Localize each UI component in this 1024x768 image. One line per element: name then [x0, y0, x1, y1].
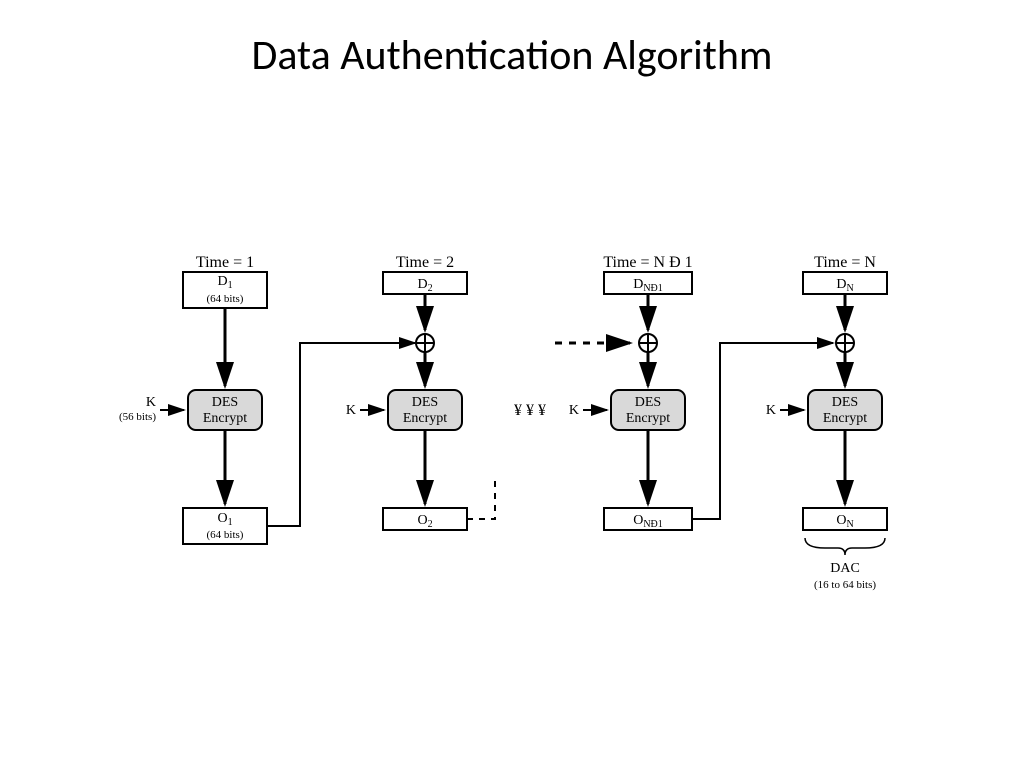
dac-label: DAC — [830, 561, 860, 576]
dac-brace — [805, 538, 885, 555]
k-label-3: K — [569, 403, 579, 418]
stage-2: Time = 2 D2 DES Encrypt K O2 — [346, 254, 630, 530]
time-label-4: Time = N — [814, 254, 876, 271]
des-label-1b: Encrypt — [203, 411, 247, 426]
stage-3: Time = N Ð 1 DNÐ1 DES Encrypt K ONÐ1 — [569, 254, 833, 530]
time-label-1: Time = 1 — [196, 254, 254, 271]
feedback-2-dash — [467, 480, 495, 519]
k-bits: (56 bits) — [119, 411, 156, 423]
des-label-3a: DES — [635, 395, 661, 410]
k-label-1: K — [146, 395, 156, 410]
input-bits-1: (64 bits) — [207, 293, 244, 305]
des-label-2b: Encrypt — [403, 411, 447, 426]
stage-4: Time = N DN DES Encrypt K ON DAC (16 to … — [766, 254, 887, 591]
stage-1: Time = 1 D1 (64 bits) DES Encrypt K (56 … — [119, 254, 415, 544]
des-label-4b: Encrypt — [823, 411, 867, 426]
ellipsis: ¥ ¥ ¥ — [514, 402, 546, 419]
des-label-4a: DES — [832, 395, 858, 410]
output-bits-1: (64 bits) — [207, 529, 244, 541]
feedback-3-4 — [692, 343, 833, 519]
k-label-4: K — [766, 403, 776, 418]
diagram: Time = 1 D1 (64 bits) DES Encrypt K (56 … — [0, 0, 1024, 768]
k-label-2: K — [346, 403, 356, 418]
time-label-3: Time = N Ð 1 — [603, 254, 692, 271]
feedback-1-2 — [267, 343, 415, 526]
dac-bits: (16 to 64 bits) — [814, 579, 876, 591]
des-label-1a: DES — [212, 395, 238, 410]
des-label-2a: DES — [412, 395, 438, 410]
des-label-3b: Encrypt — [626, 411, 670, 426]
time-label-2: Time = 2 — [396, 254, 454, 271]
